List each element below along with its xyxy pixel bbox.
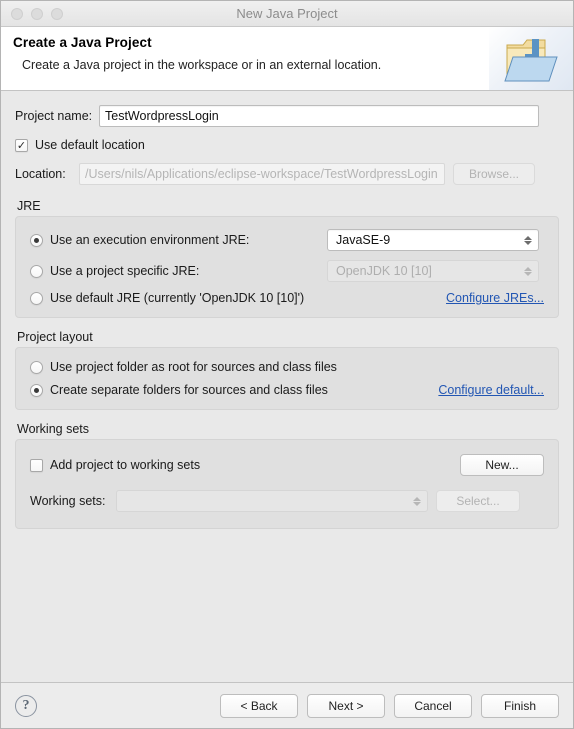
window-controls <box>11 7 63 20</box>
chevron-updown-icon <box>522 266 534 276</box>
jre-execution-environment-radio[interactable] <box>30 233 43 247</box>
window-titlebar: New Java Project <box>1 1 573 27</box>
layout-option-separate-folders[interactable]: Create separate folders for sources and … <box>30 383 544 397</box>
use-default-location-label: Use default location <box>35 138 145 152</box>
use-default-location-row[interactable]: Use default location <box>15 138 559 152</box>
wizard-body: Project name: TestWordpressLogin Use def… <box>1 91 573 682</box>
location-row: Location: /Users/nils/Applications/eclip… <box>15 163 559 185</box>
jre-section: JRE Use an execution environment JRE: Ja… <box>15 199 559 318</box>
jre-project-specific-label: Use a project specific JRE: <box>50 264 200 278</box>
jre-group: Use an execution environment JRE: JavaSE… <box>15 216 559 318</box>
minimize-button[interactable] <box>31 7 43 20</box>
browse-button[interactable]: Browse... <box>453 163 535 185</box>
cancel-button[interactable]: Cancel <box>394 693 472 718</box>
add-to-working-sets-checkbox[interactable] <box>30 458 43 472</box>
wizard-header: Create a Java Project Create a Java proj… <box>1 27 573 91</box>
working-sets-section: Working sets Add project to working sets… <box>15 422 559 529</box>
jre-project-specific-radio[interactable] <box>30 264 43 278</box>
java-project-folder-icon <box>489 27 573 90</box>
maximize-button[interactable] <box>51 7 63 20</box>
jre-execution-environment-combo[interactable]: JavaSE-9 <box>327 229 539 251</box>
project-layout-section: Project layout Use project folder as roo… <box>15 330 559 410</box>
jre-execution-environment-value: JavaSE-9 <box>336 233 391 247</box>
layout-project-folder-label: Use project folder as root for sources a… <box>50 360 337 374</box>
jre-default-label: Use default JRE (currently 'OpenJDK 10 [… <box>50 291 305 305</box>
jre-option-execution-environment[interactable]: Use an execution environment JRE: JavaSE… <box>30 229 544 251</box>
project-name-row: Project name: TestWordpressLogin <box>15 105 559 127</box>
select-working-set-button[interactable]: Select... <box>436 490 520 512</box>
chevron-updown-icon <box>411 496 423 506</box>
layout-separate-folders-label: Create separate folders for sources and … <box>50 383 328 397</box>
add-to-working-sets-row: Add project to working sets New... <box>30 454 544 476</box>
project-name-label: Project name: <box>15 109 93 123</box>
location-label: Location: <box>15 167 66 181</box>
jre-default-radio[interactable] <box>30 291 43 305</box>
use-default-location-checkbox[interactable] <box>15 138 28 152</box>
chevron-updown-icon <box>522 235 534 245</box>
working-sets-group: Add project to working sets New... Worki… <box>15 439 559 529</box>
wizard-footer: ? < Back Next > Cancel Finish <box>1 682 573 728</box>
new-java-project-dialog: New Java Project Create a Java Project C… <box>0 0 574 729</box>
project-layout-group: Use project folder as root for sources a… <box>15 347 559 410</box>
project-layout-group-label: Project layout <box>17 330 93 344</box>
layout-project-folder-radio[interactable] <box>30 360 43 374</box>
configure-default-link[interactable]: Configure default... <box>438 383 544 397</box>
working-sets-label: Working sets: <box>30 494 106 508</box>
jre-option-project-specific[interactable]: Use a project specific JRE: OpenJDK 10 [… <box>30 260 544 282</box>
window-title: New Java Project <box>236 6 338 21</box>
configure-jres-link[interactable]: Configure JREs... <box>446 291 544 305</box>
jre-project-specific-value: OpenJDK 10 [10] <box>336 264 432 278</box>
location-input[interactable]: /Users/nils/Applications/eclipse-workspa… <box>79 163 445 185</box>
project-name-input[interactable]: TestWordpressLogin <box>99 105 539 127</box>
layout-separate-folders-radio[interactable] <box>30 383 43 397</box>
working-sets-group-label: Working sets <box>17 422 90 436</box>
jre-option-default[interactable]: Use default JRE (currently 'OpenJDK 10 [… <box>30 291 544 305</box>
back-button[interactable]: < Back <box>220 693 298 718</box>
layout-option-project-folder-root[interactable]: Use project folder as root for sources a… <box>30 360 544 374</box>
finish-button[interactable]: Finish <box>481 693 559 718</box>
next-button[interactable]: Next > <box>307 693 385 718</box>
new-working-set-button[interactable]: New... <box>460 454 544 476</box>
jre-execution-environment-label: Use an execution environment JRE: <box>50 233 250 247</box>
jre-group-label: JRE <box>17 199 41 213</box>
add-to-working-sets-label: Add project to working sets <box>50 458 201 472</box>
close-button[interactable] <box>11 7 23 20</box>
working-sets-select-row: Working sets: Select... <box>30 490 544 512</box>
working-sets-combo[interactable] <box>116 490 428 512</box>
question-mark-icon[interactable]: ? <box>15 694 37 717</box>
jre-project-specific-combo[interactable]: OpenJDK 10 [10] <box>327 260 539 282</box>
